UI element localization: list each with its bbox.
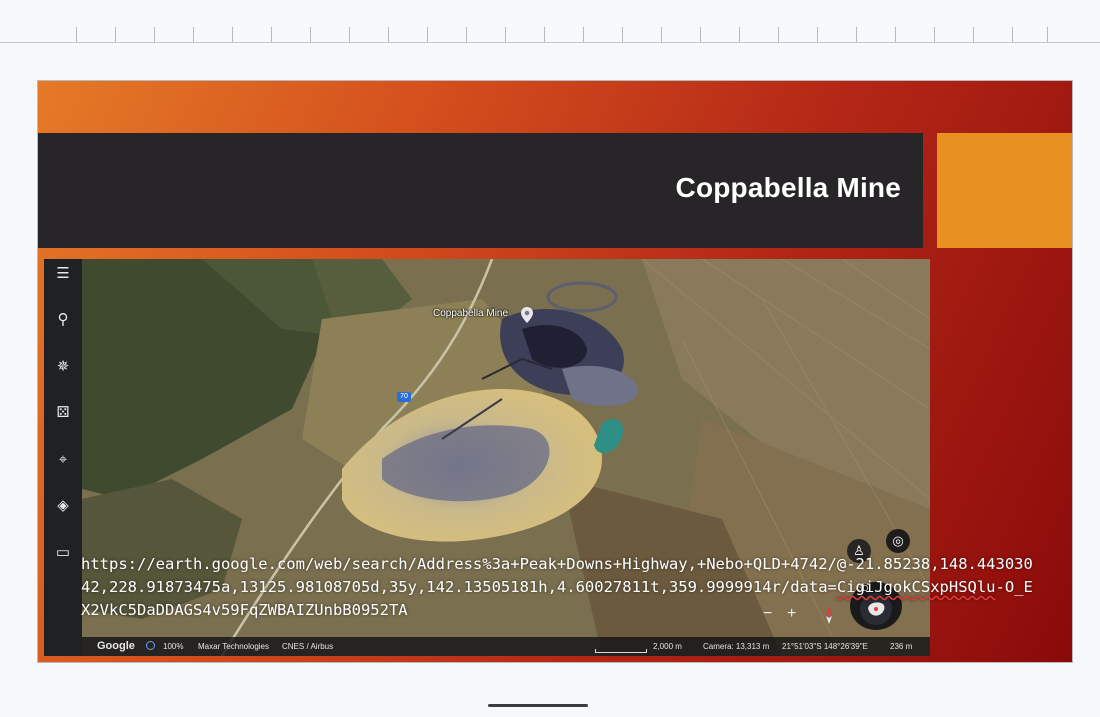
my-location-icon[interactable]: ◎ [886, 529, 910, 553]
ruler-tick [349, 27, 350, 42]
map-sidebar: ☰ ⚲ ✵ ⚄ ⌖ ◈ ▭ [44, 259, 82, 656]
ruler-tick [115, 27, 116, 42]
zoom-percent: 100% [163, 642, 184, 651]
scale-label: 2,000 m [653, 642, 682, 651]
ruler-tick [193, 27, 194, 42]
ruler-tick [466, 27, 467, 42]
ruler-tick [856, 27, 857, 42]
layers-icon[interactable]: ◈ [51, 494, 75, 518]
home-indicator[interactable] [488, 704, 588, 707]
elevation: 236 m [890, 642, 913, 651]
slide-title[interactable]: Coppabella Mine [676, 172, 901, 204]
ruler-tick [505, 27, 506, 42]
ruler-tick [778, 27, 779, 42]
ruler-tick [271, 27, 272, 42]
ruler-tick [895, 27, 896, 42]
loading-ring-icon [146, 641, 155, 650]
ruler-tick [934, 27, 935, 42]
imagery-source: Maxar Technologies [198, 642, 270, 651]
ruler-tick [1047, 27, 1048, 42]
map-pin-icon[interactable] [521, 307, 533, 323]
ruler [0, 0, 1100, 44]
dice-icon[interactable]: ⚄ [51, 401, 75, 425]
slide[interactable]: Coppabella Mine ☰ ⚲ ✵ ⚄ ⌖ ◈ ▭ Coppabella… [37, 80, 1073, 663]
ruler-tick [817, 27, 818, 42]
ruler-tick [583, 27, 584, 42]
scale-bar [595, 649, 647, 653]
ruler-tick [622, 27, 623, 42]
accent-box [937, 133, 1072, 248]
ruler-tick [544, 27, 545, 42]
ruler-tick [973, 27, 974, 42]
ruler-tick [76, 27, 77, 42]
pin-icon[interactable]: ⌖ [51, 448, 75, 472]
ruler-tick [661, 27, 662, 42]
menu-icon[interactable]: ☰ [51, 262, 75, 286]
url-textbox[interactable]: https://earth.google.com/web/search/Addr… [81, 553, 1041, 622]
ruler-tick [700, 27, 701, 42]
coordinates: 21°51'03"S 148°26'39"E [782, 642, 868, 651]
voyager-icon[interactable]: ✵ [51, 355, 75, 379]
camera-altitude: Camera: 13,313 m [703, 642, 770, 651]
ruler-tick [739, 27, 740, 42]
place-label[interactable]: Coppabella Mine [433, 308, 508, 319]
ruler-baseline [0, 42, 1100, 43]
ruler-tick [154, 27, 155, 42]
url-text-tail-a: CigiJgok [836, 578, 912, 596]
ruler-icon[interactable]: ▭ [51, 541, 75, 565]
title-bar: Coppabella Mine [38, 133, 923, 248]
ruler-tick [232, 27, 233, 42]
ruler-tick [310, 27, 311, 42]
ruler-tick [427, 27, 428, 42]
road-number-badge: 70 [397, 392, 411, 402]
search-icon[interactable]: ⚲ [51, 308, 75, 332]
google-logo: Google [97, 640, 135, 652]
url-text-tail-b: CSxpHSQlu [911, 578, 996, 596]
imagery-source-2: CNES / Airbus [282, 642, 334, 651]
ruler-tick [1012, 27, 1013, 42]
attribution-bar: Google 100% Maxar Technologies CNES / Ai… [82, 637, 930, 656]
ruler-tick [388, 27, 389, 42]
